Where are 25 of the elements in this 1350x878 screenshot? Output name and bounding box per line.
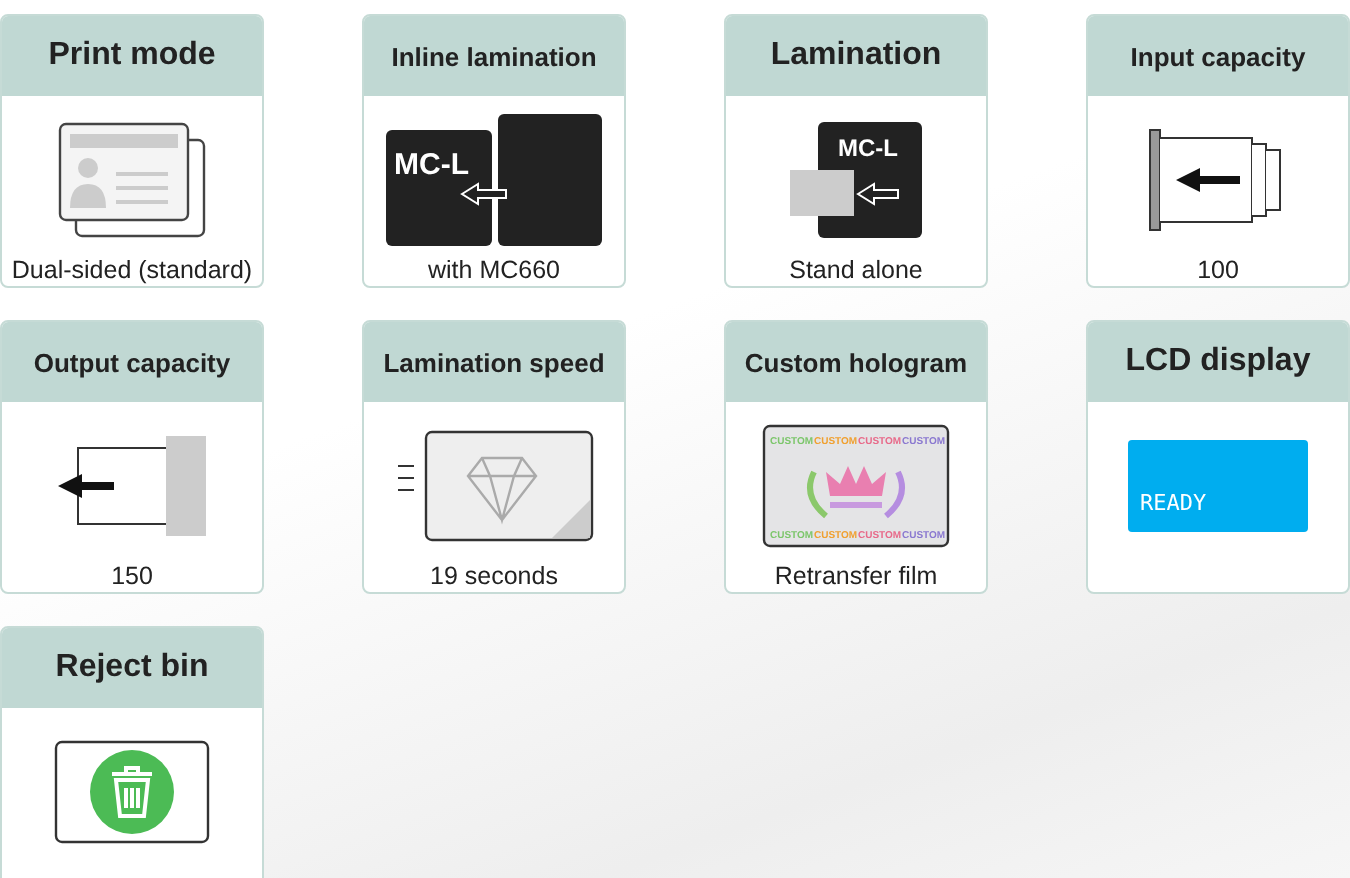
card-title: Print mode <box>48 38 216 74</box>
trash-icon <box>90 750 174 834</box>
card-title: Lamination speed <box>383 347 605 377</box>
card-title: LCD display <box>1125 344 1311 380</box>
crown-wreath-icon <box>807 466 905 519</box>
card-caption: with MC660 <box>428 256 560 284</box>
card-caption: Retransfer film <box>774 562 938 590</box>
laminator-drawing <box>790 122 922 238</box>
card-title: Output capacity <box>33 347 231 377</box>
card-caption: 19 seconds <box>430 562 558 590</box>
card-caption: Dual-sided (standard) <box>11 256 253 284</box>
card-title: Lamination <box>770 38 942 74</box>
output-tray-icon <box>58 436 206 536</box>
card-caption: 100 <box>1197 256 1239 284</box>
card-title: Custom hologram <box>744 347 968 377</box>
lcd-text: READY <box>1140 490 1207 516</box>
laminated-card-icon <box>394 430 594 542</box>
card-caption: 150 <box>111 562 153 590</box>
card-title: Inline lamination <box>391 41 597 71</box>
card-title: Reject bin <box>55 650 209 686</box>
id-card-icon <box>56 120 208 240</box>
card-caption: Stand alone <box>789 256 923 284</box>
card-title: Input capacity <box>1130 41 1306 71</box>
device-label: MC-L <box>838 134 898 162</box>
device-label: MC-L <box>394 148 469 182</box>
